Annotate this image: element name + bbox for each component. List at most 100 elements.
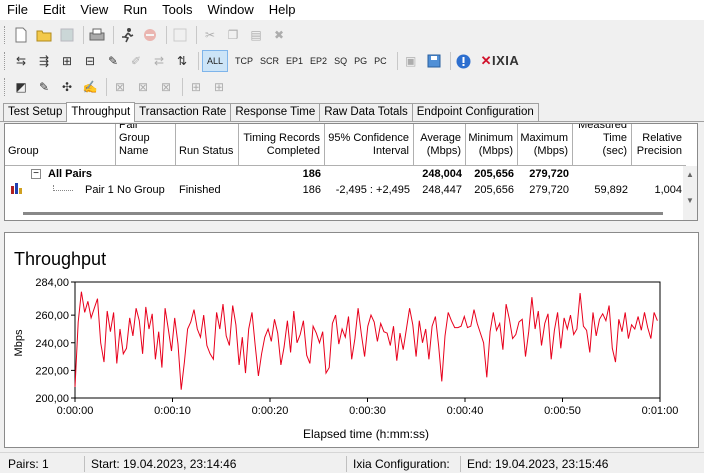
tab-test-setup[interactable]: Test Setup [3,103,68,121]
y-tick-label: 284,00 [35,277,69,289]
y-tick-label: 240,00 [35,338,69,350]
row-pair1-precision: 1,004 [654,184,682,196]
edit-icon[interactable]: ✎ [103,51,123,71]
menu-help[interactable]: Help [262,0,304,20]
tab-throughput[interactable]: Throughput [66,102,136,122]
row-pair1-status: Finished [179,184,221,196]
filter-tcp[interactable]: TCP [235,51,253,71]
group-icon[interactable]: ⊞ [57,51,77,71]
row-pair1-average: 248,447 [422,184,462,196]
toolbar-grip[interactable] [4,26,7,44]
menu-view[interactable]: View [73,0,116,20]
x-axis-label: Elapsed time (h:mm:ss) [303,427,429,441]
chart-canvas: Throughput Elapsed time (h:mm:ss) Mbps 2… [13,249,678,441]
save-results-icon[interactable] [424,51,444,71]
filter-pc[interactable]: PC [374,51,387,71]
save-icon[interactable] [57,25,77,45]
row-all-pairs-group[interactable]: All Pairs [48,166,92,182]
toolbar-separator [182,78,183,96]
filter-pg[interactable]: PG [354,51,367,71]
scroll-up-icon[interactable]: ▲ [686,170,694,179]
header-minimum[interactable]: Minimum (Mbps) [466,124,518,166]
add-pair-icon[interactable]: ⇆ [11,51,31,71]
plot-area [74,281,661,399]
toolbar-grip[interactable] [4,78,7,96]
sort-icon[interactable]: ⇅ [172,51,192,71]
header-group[interactable]: Group [5,124,116,166]
swap-icon[interactable]: ⇄ [149,51,169,71]
cut-icon[interactable]: ✂ [200,25,220,45]
open-folder-icon[interactable] [34,25,54,45]
scroll-down-icon[interactable]: ▼ [686,196,694,205]
menu-run[interactable]: Run [116,0,155,20]
x-tick-label: 0:00:40 [447,405,484,417]
filter-all[interactable]: ALL [202,50,229,72]
stop-icon[interactable] [140,25,160,45]
row-all-pairs-maximum: 279,720 [529,168,569,180]
header-maximum[interactable]: Maximum (Mbps) [518,124,573,166]
align-2-icon[interactable]: ⊠ [133,77,153,97]
align-icon[interactable]: ⊠ [110,77,130,97]
filter-ep2[interactable]: EP2 [310,51,327,71]
header-measured-time[interactable]: Measured Time (sec) [573,124,632,166]
x-tick-label: 0:00:20 [252,405,289,417]
collapse-icon[interactable]: − [31,169,41,179]
toolbar-separator [166,26,167,44]
toolbar-separator [396,52,398,70]
menu-tools[interactable]: Tools [155,0,200,20]
filter-scr[interactable]: SCR [260,51,279,71]
script-icon[interactable]: ✎ [34,77,54,97]
filter-sq[interactable]: SQ [334,51,347,71]
notes-icon[interactable]: ✐ [126,51,146,71]
add-multicast-icon[interactable]: ⇶ [34,51,54,71]
print-icon[interactable] [87,25,107,45]
header-run-status[interactable]: Run Status [176,124,239,166]
chart-title: Throughput [14,249,106,269]
refresh-icon[interactable] [170,25,190,45]
tab-response-time[interactable]: Response Time [230,103,321,121]
tab-raw-data-totals[interactable]: Raw Data Totals [319,103,413,121]
align-3-icon[interactable]: ⊠ [156,77,176,97]
edit-toolbar: ◩ ✎ ✣ ✍ ⊠ ⊠ ⊠ ⊞ ⊞ [0,74,704,100]
network-icon[interactable]: ✣ [57,77,77,97]
paste-icon[interactable]: ▤ [246,25,266,45]
main-toolbar: ✂ ❐ ▤ ✖ [0,22,704,48]
new-file-icon[interactable] [11,25,31,45]
vertical-scrollbar[interactable]: ▲ ▼ [683,166,697,220]
copy-icon[interactable]: ❐ [223,25,243,45]
row-pair1-minimum: 205,656 [474,184,514,196]
status-bar: Pairs: 1 Start: 19.04.2023, 23:14:46 Ixi… [0,452,704,473]
info-icon[interactable] [454,51,474,71]
header-confidence-interval[interactable]: 95% Confidence Interval [325,124,414,166]
y-tick-label: 260,00 [35,310,69,322]
row-all-pairs-average: 248,004 [422,168,462,180]
tab-transaction-rate[interactable]: Transaction Rate [134,103,232,121]
horizontal-scrollbar[interactable] [23,212,663,215]
results-table: Group Pair Group Name Run Status Timing … [4,123,698,221]
status-configuration: Ixia Configuration: [346,456,450,472]
y-tick-label: 200,00 [35,393,69,405]
header-relative-precision[interactable]: Relative Precision [632,124,686,166]
export-icon[interactable]: ▣ [401,51,421,71]
row-pair1-group[interactable]: Pair 1 [85,182,114,198]
edit-pair-icon[interactable]: ⊟ [80,51,100,71]
layout-2-icon[interactable]: ⊞ [209,77,229,97]
header-average[interactable]: Average (Mbps) [414,124,466,166]
menu-file[interactable]: File [0,0,36,20]
x-tick-label: 0:00:10 [154,405,191,417]
tab-endpoint-configuration[interactable]: Endpoint Configuration [411,103,539,121]
paint-icon[interactable]: ✍ [80,77,100,97]
endpoint-icon[interactable]: ◩ [11,77,31,97]
header-pair-group-name[interactable]: Pair Group Name [116,124,176,166]
layout-icon[interactable]: ⊞ [186,77,206,97]
menu-window[interactable]: Window [201,0,262,20]
delete-icon[interactable]: ✖ [269,25,289,45]
row-pair1-measured: 59,892 [594,184,628,196]
run-icon[interactable] [117,25,137,45]
header-timing-records[interactable]: Timing Records Completed [239,124,325,166]
toolbar-grip[interactable] [4,52,7,70]
row-pair1-group-name: No Group [117,184,165,196]
filter-ep1[interactable]: EP1 [286,51,303,71]
status-pairs: Pairs: 1 [8,457,49,471]
menu-edit[interactable]: Edit [36,0,73,20]
